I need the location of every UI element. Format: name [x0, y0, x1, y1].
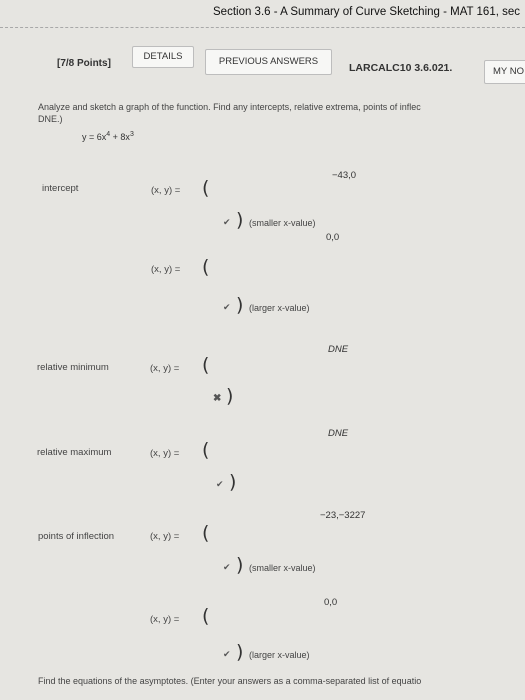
xy-label: (x, y) =	[150, 363, 180, 374]
relative-maximum-label: relative maximum	[37, 447, 112, 458]
intercept-2-answer[interactable]: 0,0	[326, 232, 339, 243]
open-paren: (	[202, 605, 210, 627]
points-of-inflection-label: points of inflection	[38, 531, 115, 542]
problem-code: LARCALC10 3.6.021.	[349, 62, 453, 74]
correct-check-icon: ✔	[223, 562, 231, 572]
previous-answers-button[interactable]: PREVIOUS ANSWERS	[205, 49, 332, 75]
correct-check-icon: ✔	[223, 302, 231, 312]
open-paren: (	[202, 439, 210, 461]
intercept-1-answer[interactable]: −43,0	[332, 170, 356, 181]
inflection-2-note: (larger x-value)	[249, 650, 310, 660]
open-paren: (	[202, 256, 210, 278]
xy-label: (x, y) =	[150, 448, 180, 459]
xy-label: (x, y) =	[150, 614, 180, 625]
correct-check-icon: ✔	[216, 479, 224, 489]
page-title: Section 3.6 - A Summary of Curve Sketchi…	[213, 6, 521, 18]
asymptotes-instructions: Find the equations of the asymptotes. (E…	[38, 676, 422, 686]
details-button[interactable]: DETAILS	[132, 46, 194, 68]
correct-check-icon: ✔	[223, 217, 231, 227]
xy-label: (x, y) =	[151, 264, 181, 275]
correct-check-icon: ✔	[223, 649, 231, 659]
xy-label: (x, y) =	[150, 531, 180, 542]
open-paren: (	[202, 522, 210, 544]
inflection-2-answer[interactable]: 0,0	[324, 597, 337, 608]
close-paren: )	[236, 554, 244, 576]
inflection-1-note: (smaller x-value)	[249, 563, 316, 573]
xy-label: (x, y) =	[151, 185, 181, 196]
close-paren: )	[236, 294, 244, 316]
intercept-2-note: (larger x-value)	[249, 303, 310, 313]
relative-minimum-label: relative minimum	[37, 362, 109, 373]
instructions-continued: DNE.)	[38, 114, 63, 124]
function-equation: y = 6x4 + 8x3	[82, 131, 134, 142]
close-paren: )	[236, 641, 244, 663]
relative-maximum-answer[interactable]: DNE	[328, 428, 348, 439]
instructions: Analyze and sketch a graph of the functi…	[38, 102, 421, 112]
open-paren: (	[202, 177, 210, 199]
inflection-1-answer[interactable]: −23,−3227	[320, 510, 365, 521]
header-divider	[0, 27, 525, 28]
my-notes-button[interactable]: MY NO	[484, 60, 525, 84]
points-badge: [7/8 Points]	[57, 58, 111, 69]
close-paren: )	[229, 471, 237, 493]
incorrect-cross-icon: ✖	[213, 393, 222, 404]
intercept-1-note: (smaller x-value)	[249, 218, 316, 228]
open-paren: (	[202, 354, 210, 376]
intercept-label: intercept	[42, 183, 79, 194]
relative-minimum-answer[interactable]: DNE	[328, 344, 348, 355]
close-paren: )	[226, 385, 234, 407]
close-paren: )	[236, 209, 244, 231]
